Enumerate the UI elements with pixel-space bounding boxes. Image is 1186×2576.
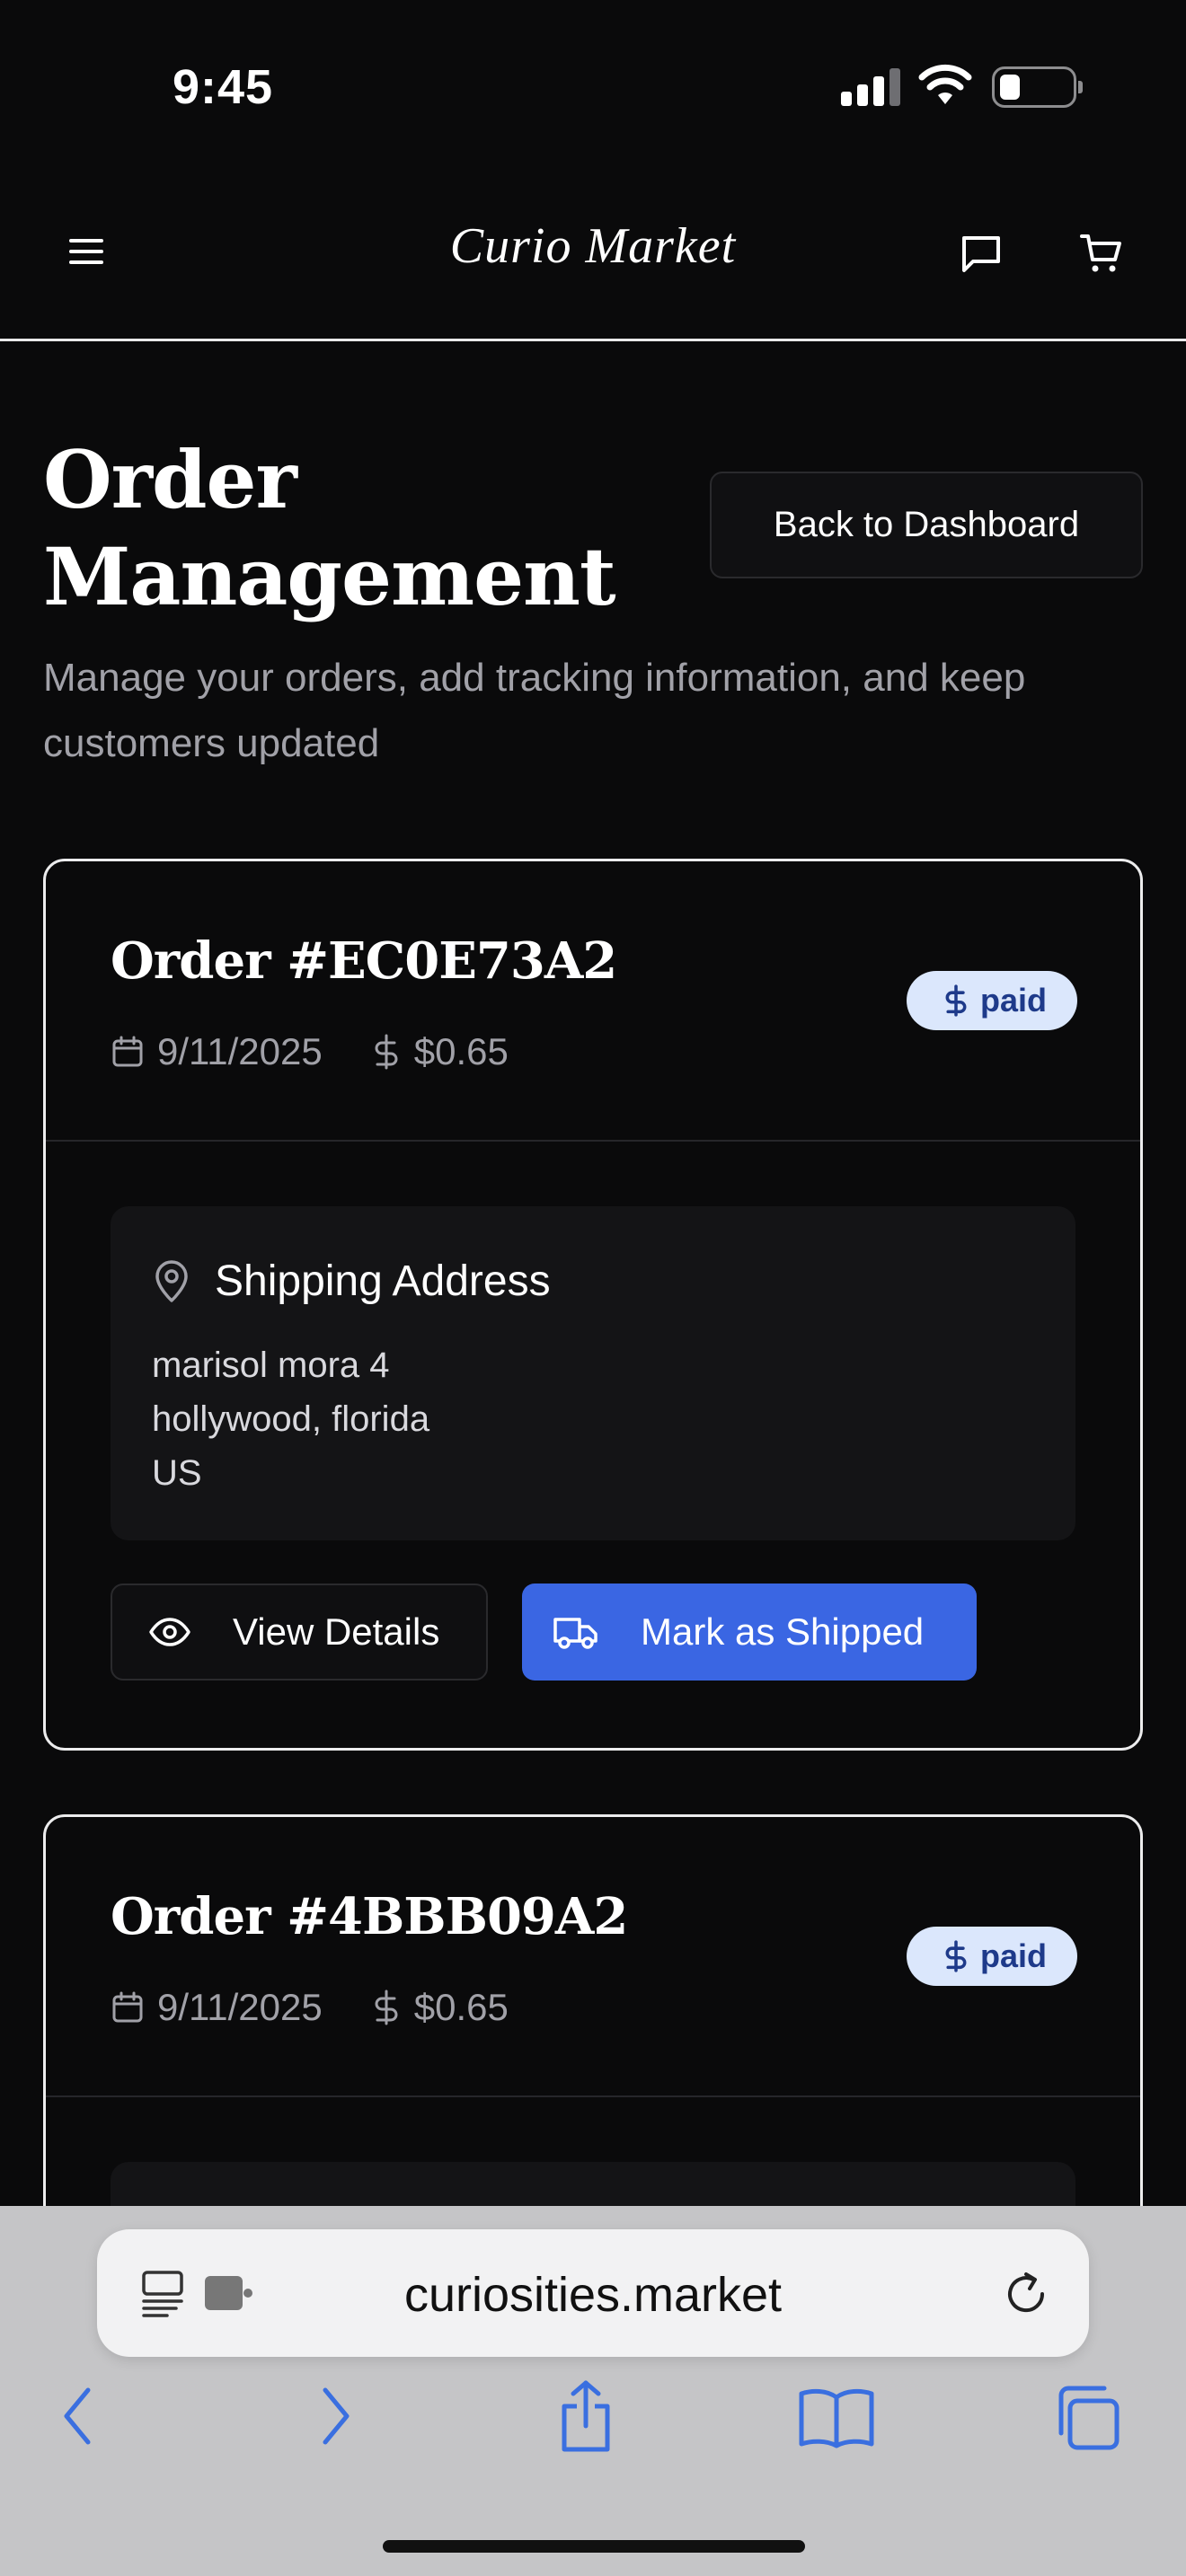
order-meta: 9/11/2025 $0.65 [111, 1986, 557, 2029]
site-logo[interactable]: Curio Market [0, 217, 1186, 275]
battery-icon [992, 66, 1083, 108]
address-line: hollywood, florida [152, 1399, 430, 1439]
order-card-body: Shipping Address marisol mora 4 hollywoo… [46, 1142, 1140, 1745]
mark-as-shipped-button[interactable]: Mark as Shipped [522, 1584, 977, 1681]
browser-toolbar: curiosities.market [0, 2206, 1186, 2576]
cart-icon[interactable] [1075, 226, 1128, 280]
order-amount: $0.65 [371, 1030, 509, 1073]
order-card-header: Order #EC0E73A2 9/11/2025 $0.65 paid [46, 861, 1140, 1142]
shipping-address-box: Shipping Address marisol mora 4 hollywoo… [111, 1206, 1075, 1540]
status-badge: paid [906, 1927, 1077, 1986]
truck-icon [553, 1618, 597, 1649]
order-meta: 9/11/2025 $0.65 [111, 1030, 557, 1073]
shipping-address-heading: Shipping Address [152, 1257, 1034, 1306]
order-actions: View Details Mark as Shipped [111, 1584, 1075, 1681]
reload-icon[interactable] [999, 2267, 1053, 2321]
address-line: US [152, 1453, 202, 1493]
order-date: 9/11/2025 [111, 1986, 323, 2029]
dollar-icon [945, 1940, 967, 1972]
tabs-icon[interactable] [1051, 2382, 1123, 2454]
status-badge: paid [906, 971, 1077, 1030]
address-line: marisol mora 4 [152, 1345, 390, 1385]
chat-icon[interactable] [956, 228, 1006, 278]
order-card-header: Order #4BBB09A2 9/11/2025 $0.65 paid [46, 1817, 1140, 2097]
share-icon[interactable] [552, 2377, 620, 2457]
back-icon[interactable] [50, 2380, 104, 2452]
dollar-icon [945, 984, 967, 1017]
forward-icon[interactable] [309, 2380, 363, 2452]
view-details-button[interactable]: View Details [111, 1584, 488, 1681]
order-amount: $0.65 [371, 1986, 509, 2029]
order-date: 9/11/2025 [111, 1030, 323, 1073]
wifi-icon [918, 64, 972, 104]
shipping-address-lines: marisol mora 4 hollywood, florida US [152, 1338, 1034, 1500]
bookmarks-icon[interactable] [796, 2384, 877, 2452]
eye-icon [149, 1618, 190, 1646]
cellular-signal-icon [841, 68, 902, 106]
page-title: Order Management [43, 433, 616, 623]
calendar-icon [112, 1991, 143, 2023]
dollar-icon [375, 1034, 398, 1070]
address-bar[interactable]: curiosities.market [97, 2229, 1089, 2357]
order-title: Order #EC0E73A2 [111, 931, 617, 991]
status-bar: 9:45 [0, 0, 1186, 162]
home-indicator [383, 2540, 805, 2553]
status-time: 9:45 [173, 60, 274, 114]
order-title: Order #4BBB09A2 [111, 1887, 628, 1946]
calendar-icon [112, 1036, 143, 1067]
site-header: Curio Market [0, 162, 1186, 341]
order-card: Order #EC0E73A2 9/11/2025 $0.65 paid Shi… [43, 859, 1143, 1751]
dollar-icon [375, 1989, 398, 2025]
page-subtitle: Manage your orders, add tracking informa… [43, 656, 1026, 765]
back-to-dashboard-button[interactable]: Back to Dashboard [710, 472, 1143, 578]
url-text: curiosities.market [403, 2268, 783, 2322]
map-pin-icon [155, 1259, 188, 1302]
